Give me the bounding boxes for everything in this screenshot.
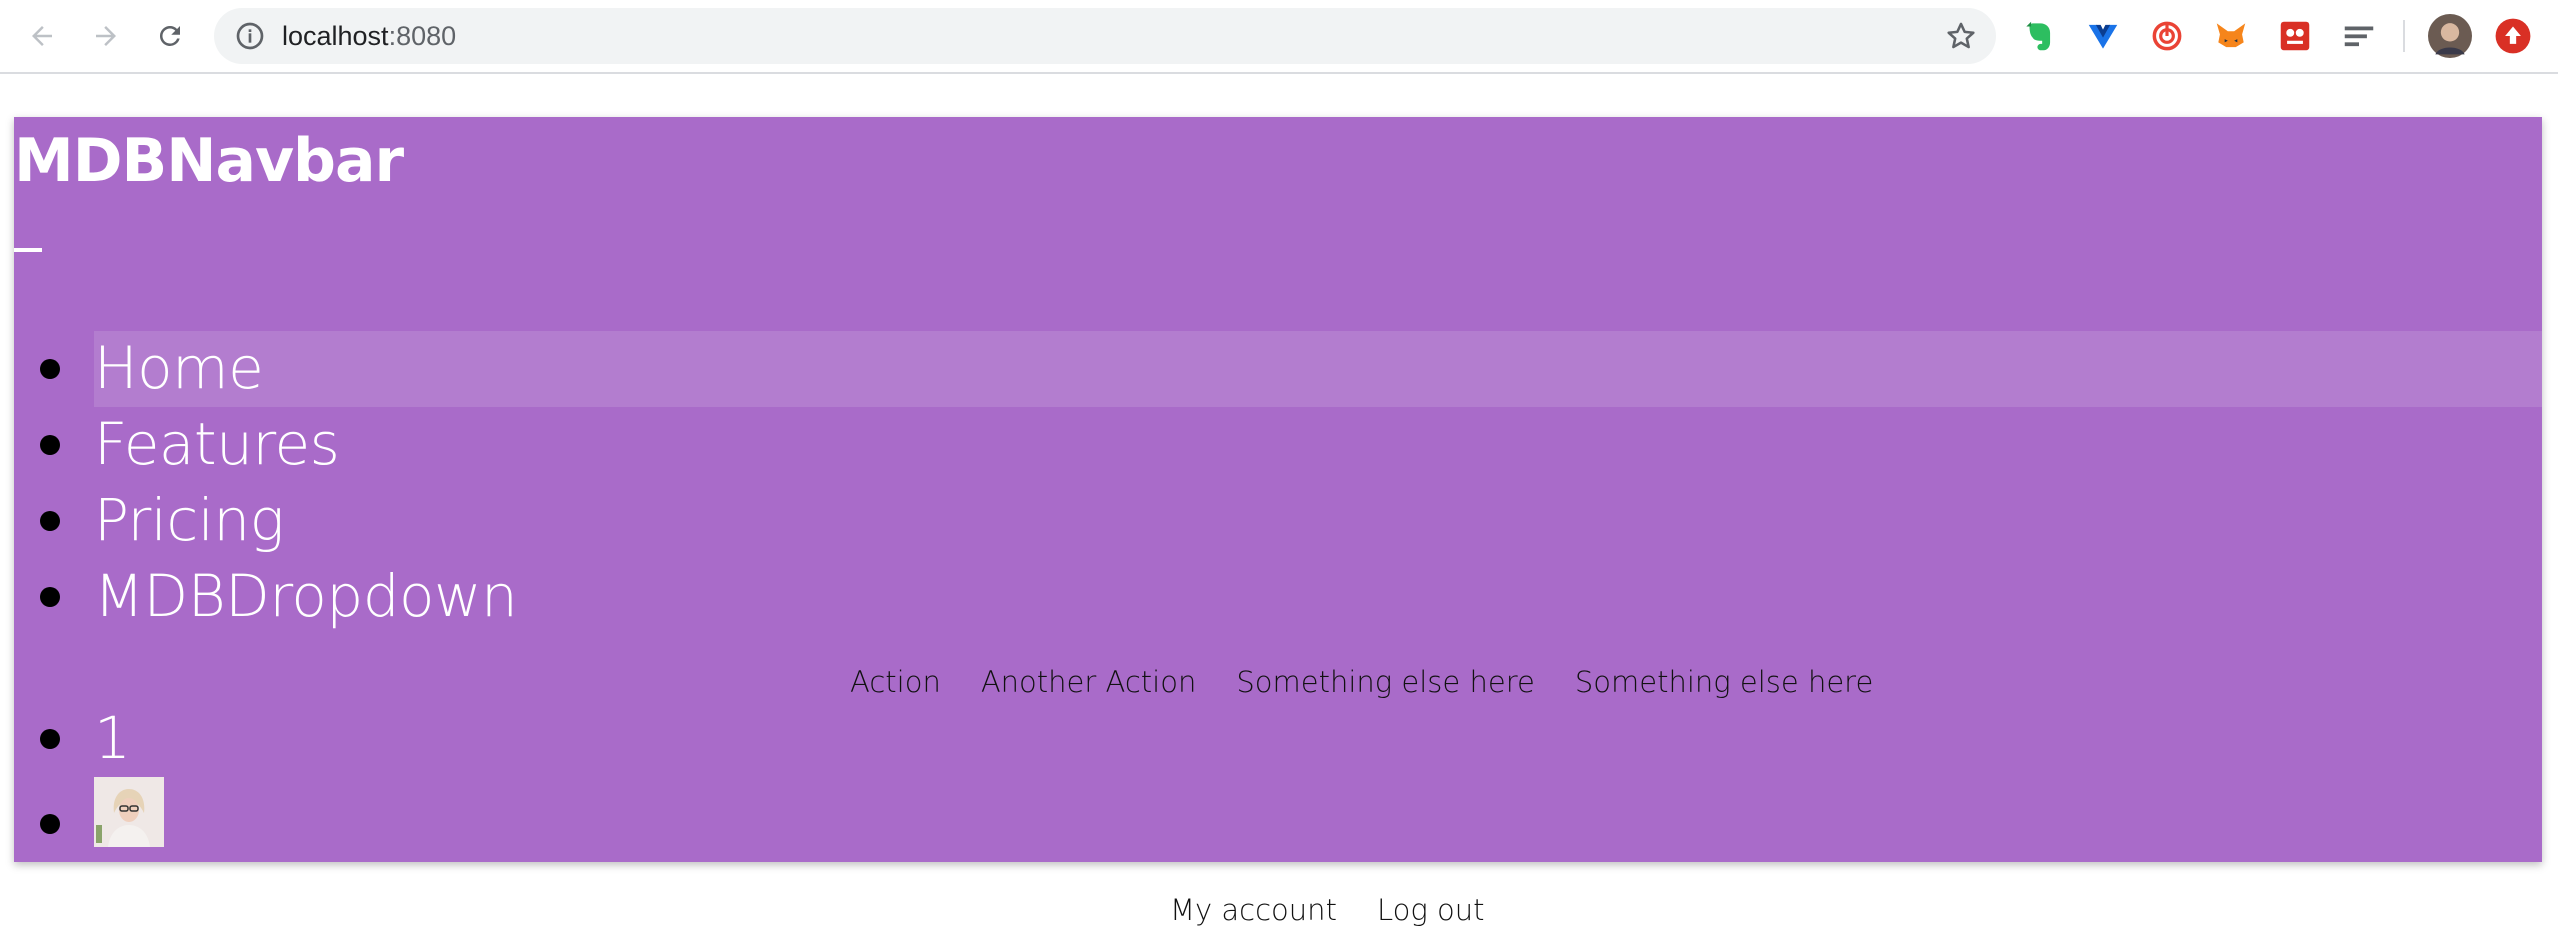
url-port: :8080 bbox=[388, 21, 457, 51]
star-icon[interactable] bbox=[1944, 19, 1978, 53]
nav-item-home[interactable]: Home bbox=[14, 331, 2542, 407]
info-icon[interactable] bbox=[234, 20, 266, 52]
url-host: localhost bbox=[282, 21, 389, 51]
update-icon[interactable] bbox=[2494, 17, 2532, 55]
bullet-icon bbox=[40, 729, 60, 749]
dropdown-item-something-else-2[interactable]: Something else here bbox=[1575, 662, 1873, 702]
profile-avatar-icon[interactable] bbox=[2428, 14, 2472, 58]
active-highlight bbox=[94, 331, 2542, 407]
dropdown-menu: Action Another Action Something else her… bbox=[850, 662, 1873, 702]
reload-button[interactable] bbox=[148, 14, 192, 58]
dropdown-item-another-action[interactable]: Another Action bbox=[981, 662, 1197, 702]
red-extension-icon[interactable] bbox=[2276, 17, 2314, 55]
arrow-left-icon bbox=[32, 26, 52, 46]
nav-item-avatar[interactable] bbox=[14, 777, 2542, 853]
reload-icon bbox=[159, 25, 180, 46]
nav-item-dropdown[interactable]: MDBDropdown bbox=[14, 559, 2542, 635]
dropdown-item-something-else[interactable]: Something else here bbox=[1236, 662, 1534, 702]
my-account-link[interactable]: My account bbox=[1170, 890, 1337, 930]
toolbar-divider bbox=[2403, 20, 2405, 52]
browser-toolbar: localhost:8080 bbox=[0, 0, 2558, 74]
bullet-icon bbox=[40, 359, 60, 379]
url-text[interactable]: localhost:8080 bbox=[282, 21, 456, 51]
bullet-icon bbox=[40, 814, 60, 834]
bullet-icon bbox=[40, 587, 60, 607]
account-menu: My account Log out bbox=[1170, 890, 1484, 930]
avatar-image-icon bbox=[94, 777, 164, 847]
nav-item-badge[interactable]: 1 bbox=[14, 701, 2542, 777]
bullet-icon bbox=[40, 511, 60, 531]
metamask-icon[interactable] bbox=[2212, 17, 2250, 55]
lastpass-like-icon[interactable] bbox=[2148, 17, 2186, 55]
avatar[interactable] bbox=[94, 777, 164, 847]
navbar-toggler[interactable] bbox=[14, 248, 42, 252]
nav-item-features[interactable]: Features bbox=[14, 407, 2542, 483]
arrow-right-icon bbox=[96, 26, 116, 46]
log-out-link[interactable]: Log out bbox=[1377, 890, 1485, 930]
forward-button[interactable] bbox=[84, 14, 128, 58]
evernote-icon[interactable] bbox=[2020, 17, 2058, 55]
nav-link-home[interactable]: Home bbox=[94, 332, 264, 404]
notification-count[interactable]: 1 bbox=[94, 702, 131, 774]
bullet-icon bbox=[40, 435, 60, 455]
nav-item-pricing[interactable]: Pricing bbox=[14, 483, 2542, 559]
back-button[interactable] bbox=[20, 14, 64, 58]
dropdown-item-action[interactable]: Action bbox=[850, 662, 941, 702]
nav-link-features[interactable]: Features bbox=[94, 408, 340, 480]
reader-icon[interactable] bbox=[2340, 17, 2378, 55]
nav-link-pricing[interactable]: Pricing bbox=[94, 484, 284, 556]
vuejs-devtools-icon[interactable] bbox=[2084, 17, 2122, 55]
navbar-brand[interactable]: MDBNavbar bbox=[14, 121, 404, 201]
dropdown-toggle[interactable]: MDBDropdown bbox=[94, 560, 518, 632]
address-bar[interactable]: localhost:8080 bbox=[214, 8, 1996, 64]
navbar: MDBNavbar Home Features Pricing MDBDropd… bbox=[14, 117, 2542, 862]
